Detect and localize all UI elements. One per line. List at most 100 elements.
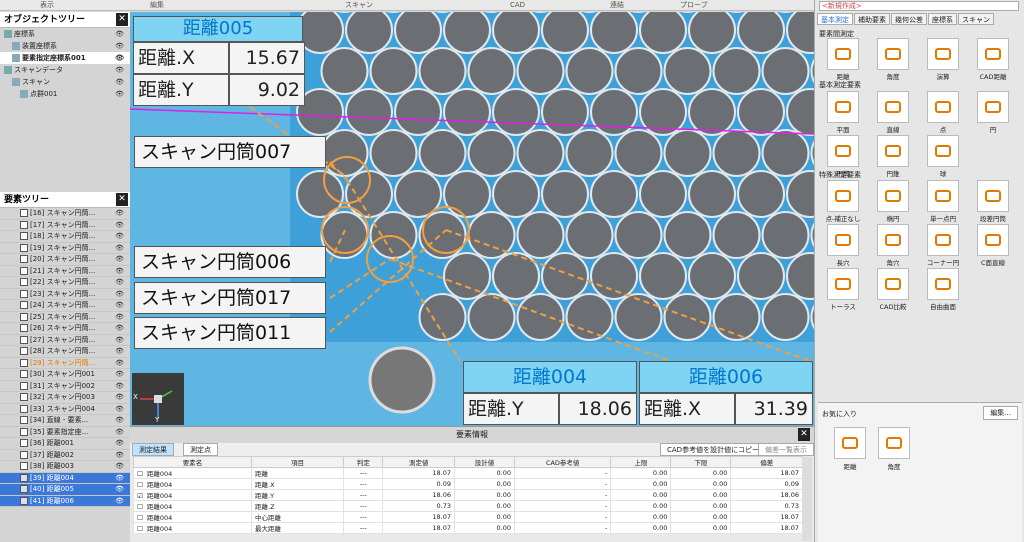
row-checkbox[interactable]: ☐ bbox=[137, 470, 143, 478]
eye-icon[interactable]: 👁 bbox=[115, 496, 124, 508]
element-tree-item[interactable]: [31] スキャン円002 👁 bbox=[0, 380, 130, 393]
cylinder-011-label[interactable]: スキャン円筒011 bbox=[134, 317, 326, 349]
tool-button[interactable] bbox=[977, 38, 1009, 70]
object-tree-item[interactable]: 点群001 👁 bbox=[0, 88, 130, 100]
tool-button[interactable] bbox=[877, 135, 909, 167]
menu-scan[interactable]: スキャン bbox=[345, 0, 373, 11]
tool-tab[interactable]: 座標系 bbox=[928, 13, 957, 25]
row-checkbox[interactable]: ☐ bbox=[137, 525, 143, 533]
table-row[interactable]: ☐ 距離004 距離 --- 18.07 0.00-0.00 0.00 18.07 bbox=[132, 467, 803, 479]
table-row[interactable]: ☑ 距離004 距離.Y --- 18.06 0.00-0.00 0.00 18.06 bbox=[132, 489, 803, 501]
table-row[interactable]: ☐ 距離004 距離.Z --- 0.73 0.00-0.00 0.00 0.73 bbox=[132, 500, 803, 512]
element-tree-item[interactable]: [20] スキャン円筒... 👁 bbox=[0, 254, 130, 266]
tool-tab[interactable]: 補助要素 bbox=[854, 13, 890, 25]
element-tree-item[interactable]: [33] スキャン円004 👁 bbox=[0, 403, 130, 416]
element-tree-item[interactable]: [16] スキャン円筒... 👁 bbox=[0, 208, 130, 220]
eye-icon[interactable]: 👁 bbox=[115, 484, 124, 496]
cylinder-006-label[interactable]: スキャン円筒006 bbox=[134, 246, 326, 278]
element-tree-item[interactable]: [18] スキャン円筒... 👁 bbox=[0, 231, 130, 243]
column-header[interactable]: 判定 bbox=[343, 456, 384, 468]
element-tree-item[interactable]: [21] スキャン円筒... 👁 bbox=[0, 265, 130, 277]
eye-icon[interactable]: 👁 bbox=[115, 335, 124, 347]
element-tree-item[interactable]: [27] スキャン円筒... 👁 bbox=[0, 334, 130, 347]
column-header[interactable]: 下限 bbox=[670, 456, 732, 468]
element-tree-item[interactable]: [37] 距離002 👁 bbox=[0, 449, 130, 461]
eye-icon[interactable]: 👁 bbox=[115, 369, 124, 381]
tool-button[interactable] bbox=[827, 180, 859, 212]
favorite-tool-button[interactable] bbox=[834, 427, 866, 459]
tool-button[interactable] bbox=[827, 268, 859, 300]
menu-view[interactable]: 表示 bbox=[40, 0, 54, 11]
tool-button[interactable] bbox=[927, 224, 959, 256]
eye-icon[interactable]: 👁 bbox=[115, 300, 124, 312]
eye-icon[interactable]: 👁 bbox=[115, 243, 124, 255]
eye-icon[interactable]: 👁 bbox=[115, 427, 124, 439]
eye-icon[interactable]: 👁 bbox=[115, 312, 124, 324]
cylinder-007-label[interactable]: スキャン円筒007 bbox=[134, 136, 326, 168]
tool-button[interactable] bbox=[827, 135, 859, 167]
menu-edit[interactable]: 編集 bbox=[150, 0, 164, 11]
eye-icon[interactable]: 👁 bbox=[115, 231, 124, 243]
element-tree-item[interactable]: [32] スキャン円003 👁 bbox=[0, 392, 130, 404]
eye-icon[interactable]: 👁 bbox=[115, 404, 124, 416]
close-icon[interactable]: ✕ bbox=[798, 428, 810, 441]
column-header[interactable]: 設計値 bbox=[453, 456, 516, 468]
object-tree-item[interactable]: 装置座標系 👁 bbox=[0, 40, 130, 52]
eye-icon[interactable]: 👁 bbox=[115, 392, 124, 404]
table-row[interactable]: ☐ 距離004 最大距離 --- 18.07 0.00-0.00 0.00 18.07 bbox=[132, 522, 803, 534]
3d-viewport[interactable]: 距離005 距離.X 15.67 距離.Y 9.02 スキャン円筒007 スキャ… bbox=[130, 12, 814, 426]
eye-icon[interactable]: 👁 bbox=[115, 277, 124, 289]
deviation-list-button[interactable]: 偏差一覧表示 bbox=[758, 443, 814, 456]
eye-icon[interactable]: 👁 bbox=[115, 323, 124, 335]
tool-button[interactable] bbox=[927, 38, 959, 70]
column-header[interactable]: 要素名 bbox=[132, 456, 253, 468]
element-tree-item[interactable]: [24] スキャン円筒... 👁 bbox=[0, 300, 130, 312]
tool-tab[interactable]: 幾何公差 bbox=[891, 13, 927, 25]
tool-button[interactable] bbox=[827, 38, 859, 70]
eye-icon[interactable]: 👁 bbox=[115, 438, 124, 450]
close-icon[interactable]: ✕ bbox=[116, 193, 128, 206]
object-tree-item[interactable]: スキャンデータ 👁 bbox=[0, 64, 130, 76]
object-tree-item[interactable]: 要素指定座標系001 👁 bbox=[0, 52, 130, 64]
favorite-tool-button[interactable] bbox=[878, 427, 910, 459]
cylinder-017-label[interactable]: スキャン円筒017 bbox=[134, 282, 326, 314]
results-scrollbar[interactable] bbox=[802, 457, 812, 541]
eye-icon[interactable]: 👁 bbox=[115, 358, 124, 370]
tool-button[interactable] bbox=[877, 224, 909, 256]
tool-button[interactable] bbox=[977, 224, 1009, 256]
tool-button[interactable] bbox=[877, 91, 909, 123]
eye-icon[interactable]: 👁 bbox=[115, 52, 124, 64]
eye-icon[interactable]: 👁 bbox=[115, 88, 124, 100]
eye-icon[interactable]: 👁 bbox=[115, 415, 124, 427]
tool-button[interactable] bbox=[977, 180, 1009, 212]
tab-measurement-results[interactable]: 測定結果 bbox=[132, 443, 174, 456]
element-tree-item[interactable]: [34] 直線 - 要素... 👁 bbox=[0, 415, 130, 427]
tool-button[interactable] bbox=[827, 91, 859, 123]
element-tree-item[interactable]: [36] 距離001 👁 bbox=[0, 438, 130, 450]
table-row[interactable]: ☐ 距離004 中心距離 --- 18.07 0.00-0.00 0.00 18.07 bbox=[132, 511, 803, 523]
eye-icon[interactable]: 👁 bbox=[115, 28, 124, 40]
eye-icon[interactable]: 👁 bbox=[115, 220, 124, 232]
tool-button[interactable] bbox=[927, 180, 959, 212]
eye-icon[interactable]: 👁 bbox=[115, 381, 124, 393]
column-header[interactable]: 上限 bbox=[610, 456, 672, 468]
element-tree-item[interactable]: [30] スキャン円001 👁 bbox=[0, 369, 130, 381]
row-checkbox[interactable]: ☐ bbox=[137, 514, 143, 522]
element-tree-item[interactable]: [25] スキャン円筒... 👁 bbox=[0, 311, 130, 324]
tool-button[interactable] bbox=[977, 91, 1009, 123]
row-checkbox[interactable]: ☐ bbox=[137, 503, 143, 511]
element-tree-item[interactable]: [41] 距離006 👁 bbox=[0, 495, 130, 508]
column-header[interactable]: 偏差 bbox=[730, 456, 803, 468]
element-tree-item[interactable]: [19] スキャン円筒... 👁 bbox=[0, 242, 130, 255]
element-tree-item[interactable]: [22] スキャン円筒... 👁 bbox=[0, 277, 130, 289]
tool-button[interactable] bbox=[827, 224, 859, 256]
axis-gizmo[interactable]: X Y bbox=[132, 373, 184, 425]
element-tree-item[interactable]: [38] 距離003 👁 bbox=[0, 461, 130, 473]
close-icon[interactable]: ✕ bbox=[116, 13, 128, 26]
eye-icon[interactable]: 👁 bbox=[115, 254, 124, 266]
element-tree-item[interactable]: [26] スキャン円筒... 👁 bbox=[0, 323, 130, 335]
element-tree-item[interactable]: [17] スキャン円筒... 👁 bbox=[0, 219, 130, 232]
column-header[interactable]: CAD参考値 bbox=[513, 456, 612, 468]
row-checkbox[interactable]: ☐ bbox=[137, 481, 143, 489]
eye-icon[interactable]: 👁 bbox=[115, 289, 124, 301]
